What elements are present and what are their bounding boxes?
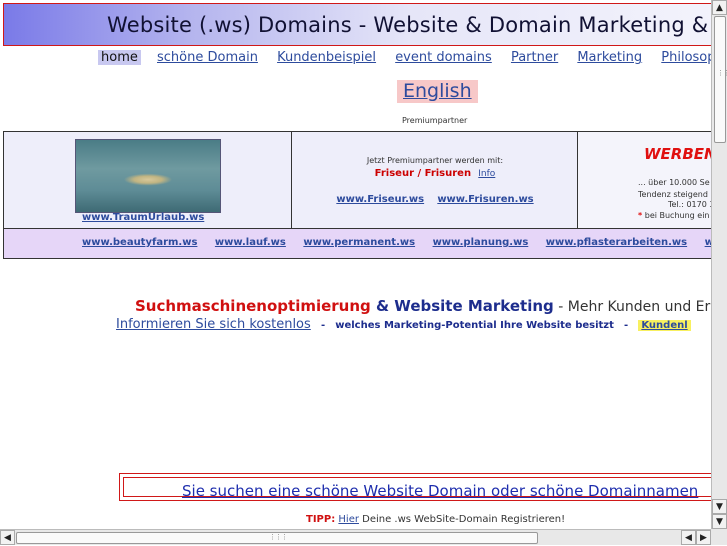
werben-line-1: ... über 10.000 Se (638, 178, 710, 187)
premium-offer-row: Friseur / Frisuren Info (292, 168, 578, 179)
werben-phone: Tel.: 0170 3 (668, 200, 711, 209)
nav-item-philosophie[interactable]: Philosophie (658, 50, 711, 65)
main-nav: home schöne Domain Kundenbeispiel event … (98, 50, 711, 65)
scroll-right-arrow-icon[interactable]: ▶ (696, 530, 711, 545)
horizontal-scroll-thumb[interactable]: ⋮⋮⋮ (16, 532, 538, 544)
domain-link[interactable]: www.lauf.ws (215, 237, 286, 248)
horizontal-scrollbar[interactable]: ◀ ⋮⋮⋮ ◀ ▶ (0, 529, 711, 545)
seo-headline-red: Suchmaschinenoptimierung (135, 297, 371, 315)
premium-cell-traumurlaub: www.TraumUrlaub.ws (4, 132, 292, 228)
domain-search-box: Sie suchen eine schöne Website Domain od… (119, 473, 711, 501)
tipp-text: Deine .ws WebSite-Domain Registrieren! (358, 514, 566, 525)
marketing-potential-text: welches Marketing-Potential Ihre Website… (335, 320, 614, 331)
separator: - (320, 320, 326, 331)
traumurlaub-link[interactable]: www.TraumUrlaub.ws (82, 212, 204, 223)
informieren-link[interactable]: Informieren Sie sich kostenlos (116, 317, 311, 332)
nav-item-schoene-domain[interactable]: schöne Domain (154, 50, 261, 65)
scrollbar-corner (711, 529, 727, 545)
tipp-label: TIPP: (306, 514, 336, 525)
hier-link[interactable]: Hier (338, 514, 359, 525)
nav-item-marketing[interactable]: Marketing (574, 50, 645, 65)
werben-headline: WERBEN (644, 145, 711, 163)
domain-link[interactable]: www.pflasterarbeiten.ws (546, 237, 687, 248)
vertical-scrollbar[interactable]: ▲ ⋮⋮ ▼ ▼ (711, 0, 727, 529)
grip-icon: ⋮⋮ (717, 69, 727, 77)
asterisk: * (638, 211, 643, 220)
domain-link-bar: www.beautyfarm.ws www.lauf.ws www.perman… (3, 229, 711, 259)
werben-line-2: Tendenz steigend (638, 190, 708, 199)
frisuren-link[interactable]: www.Frisuren.ws (437, 194, 533, 205)
domain-link[interactable]: www.beautyfarm.ws (82, 237, 197, 248)
vertical-scroll-thumb[interactable]: ⋮⋮ (714, 16, 727, 143)
page-title: Website (.ws) Domains - Website & Domain… (107, 13, 711, 37)
seo-headline-grey: - Mehr Kunden und Er (553, 299, 711, 315)
domain-link[interactable]: www.planung.ws (433, 237, 529, 248)
nav-item-kundenbeispiel[interactable]: Kundenbeispiel (274, 50, 379, 65)
seo-subline: Informieren Sie sich kostenlos - welches… (116, 317, 691, 332)
premiumpartner-label: Premiumpartner (402, 116, 468, 125)
info-link[interactable]: Info (478, 169, 495, 179)
seo-headline: Suchmaschinenoptimierung & Website Marke… (135, 297, 710, 315)
scroll-up-arrow-icon[interactable]: ▲ (712, 0, 727, 15)
nav-item-partner[interactable]: Partner (508, 50, 561, 65)
grip-icon: ⋮⋮⋮ (269, 533, 288, 541)
scroll-left-arrow-icon[interactable]: ◀ (0, 530, 15, 545)
domain-search-link[interactable]: Sie suchen eine schöne Website Domain od… (182, 482, 698, 500)
tipp-line: TIPP: Hier Deine .ws WebSite-Domain Regi… (306, 514, 565, 525)
page-viewport: Website (.ws) Domains - Website & Domain… (0, 0, 711, 529)
scroll-down-arrow-icon[interactable]: ▼ (712, 499, 727, 514)
kunden-link[interactable]: Kundenl (638, 320, 691, 331)
island-photo[interactable] (75, 139, 221, 213)
seo-headline-blue: & Website Marketing (370, 297, 554, 315)
domain-link[interactable]: www.permanent.ws (303, 237, 415, 248)
english-language-link[interactable]: English (397, 80, 478, 103)
werben-line-4-text: bei Buchung ein (644, 211, 710, 220)
nav-item-event-domains[interactable]: event domains (392, 50, 495, 65)
friseur-highlight: Friseur / Frisuren (374, 168, 472, 179)
premium-offer-note: Jetzt Premiumpartner werden mit: (366, 156, 504, 165)
premium-cell-werben: WERBEN ... über 10.000 Se Tendenz steige… (578, 132, 711, 228)
separator: - (624, 320, 629, 331)
premium-cell-friseur: Jetzt Premiumpartner werden mit: Friseur… (292, 132, 578, 228)
premium-offer-links: www.Friseur.ws www.Frisuren.ws (292, 194, 578, 205)
premium-partner-table: www.TraumUrlaub.ws Jetzt Premiumpartner … (3, 131, 711, 229)
friseur-link[interactable]: www.Friseur.ws (336, 194, 424, 205)
scroll-down-arrow-icon[interactable]: ▼ (712, 514, 727, 529)
header-banner: Website (.ws) Domains - Website & Domain… (3, 3, 711, 46)
scroll-left-arrow-icon[interactable]: ◀ (681, 530, 696, 545)
nav-item-home[interactable]: home (98, 50, 141, 65)
werben-line-4: * bei Buchung ein (638, 211, 710, 220)
